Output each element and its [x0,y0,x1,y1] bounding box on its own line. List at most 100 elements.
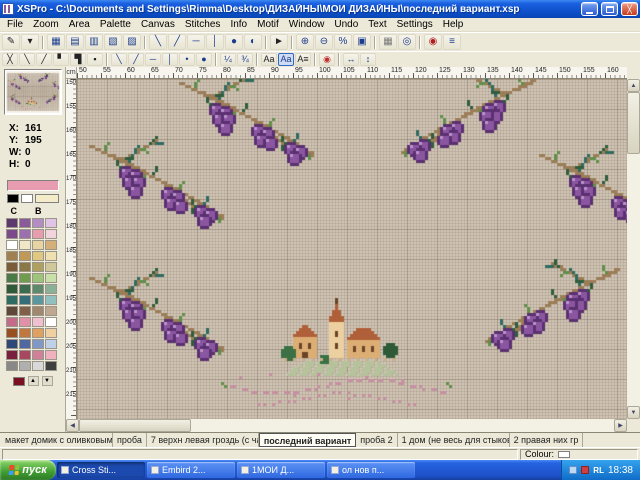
zoom-fit-button[interactable]: ▣ [353,34,371,50]
palette-swatch[interactable] [6,262,18,272]
palette-swatch[interactable] [19,306,31,316]
palette-swatch[interactable] [19,229,31,239]
palette-swatch[interactable] [32,218,44,228]
stitch-style-half-back[interactable]: ╲ [19,53,35,66]
palette-swatch[interactable] [45,229,57,239]
stitch-style-petite[interactable]: ▪ [87,53,103,66]
tab-5[interactable]: проба 2 [356,433,397,447]
tab-2[interactable]: проба [113,433,147,447]
pencil-tool[interactable]: ✎ [2,34,20,50]
menu-item-help[interactable]: Help [438,18,469,32]
v-scroll-track[interactable] [627,154,640,406]
minimize-button[interactable] [581,2,598,16]
scroll-down-button[interactable]: ▼ [627,406,640,419]
palette-swatch[interactable] [6,251,18,261]
tab-3[interactable]: 7 верхн левая гроздь (с частью них ветки… [147,433,259,447]
petite-stitch-tool[interactable]: ▨ [123,34,141,50]
palette-scroll-up[interactable]: ▲ [28,376,39,386]
v-scrollbar[interactable]: ▲ ▼ [627,79,640,419]
selected-color-swatch[interactable] [7,180,59,191]
menu-item-window[interactable]: Window [284,18,330,32]
palette-swatch[interactable] [32,251,44,261]
menu-item-text[interactable]: Text [363,18,391,32]
palette-swatch[interactable] [45,240,57,250]
menu-item-settings[interactable]: Settings [392,18,438,32]
knot-small-tool[interactable]: • [179,53,195,66]
menu-item-area[interactable]: Area [64,18,95,32]
h-scroll-thumb[interactable] [79,419,191,432]
backstitch-nw-tool[interactable]: ╲ [149,34,167,50]
palette-swatch[interactable] [6,229,18,239]
palette-swatch[interactable] [19,328,31,338]
tray-alert-icon[interactable] [581,466,589,474]
current-thread-swatch[interactable] [13,377,25,386]
palette-swatch[interactable] [45,339,57,349]
tray-app-icon[interactable] [569,466,577,474]
palette-swatch[interactable] [19,361,31,371]
palette-swatch[interactable] [45,306,57,316]
menu-item-canvas[interactable]: Canvas [136,18,180,32]
tab-1[interactable]: макет домик с оливковыми [1,433,113,447]
palette-swatch[interactable] [6,284,18,294]
zoom-in-button[interactable]: ⊕ [296,34,314,50]
close-button[interactable]: ╳ [621,2,638,16]
quarter-fraction-button[interactable]: ¼ [220,53,236,66]
palette-swatch[interactable] [19,262,31,272]
flip-vertical-button[interactable]: ↕ [360,53,376,66]
palette-swatch[interactable] [19,284,31,294]
french-knot-tool[interactable]: ● [225,34,243,50]
select-arrow-tool[interactable]: ► [270,34,288,50]
palette-swatch[interactable] [6,339,18,349]
color-wheel-button[interactable]: ◉ [319,53,335,66]
cream-swatch[interactable] [35,194,59,203]
palette-swatch[interactable] [45,361,57,371]
palette-scroll-down[interactable]: ▼ [42,376,53,386]
palette-swatch[interactable] [45,350,57,360]
palette-swatch[interactable] [19,218,31,228]
info-button[interactable]: ≡ [443,34,461,50]
white-swatch[interactable] [21,194,33,203]
menu-item-info[interactable]: Info [225,18,252,32]
tab-6[interactable]: 1 дом (не весь для стыковки) [398,433,510,447]
full-stitch-tool[interactable]: ▦ [47,34,65,50]
palette-swatch[interactable] [32,295,44,305]
pattern-canvas[interactable] [77,79,627,419]
backstitch-ne-tool[interactable]: ╱ [168,34,186,50]
knot-large-tool[interactable]: ● [196,53,212,66]
taskbar-task-3[interactable]: 1МОИ Д... [237,462,325,478]
pencil-mode-dropdown[interactable]: ▾ [21,34,39,50]
text-large-button[interactable]: Aa [278,53,294,66]
stitch-style-three-quarter[interactable]: ▜ [70,53,86,66]
palette-swatch[interactable] [19,339,31,349]
backstitch-thin-ne[interactable]: ╱ [128,53,144,66]
scroll-up-button[interactable]: ▲ [627,79,640,92]
backstitch-thin-h[interactable]: ─ [145,53,161,66]
palette-swatch[interactable] [32,306,44,316]
palette-swatch[interactable] [32,317,44,327]
menu-item-motif[interactable]: Motif [252,18,284,32]
scroll-left-button[interactable]: ◀ [66,419,79,432]
palette-swatch[interactable] [32,328,44,338]
h-scroll-track[interactable] [191,419,614,432]
palette-swatch[interactable] [45,273,57,283]
palette-swatch[interactable] [45,284,57,294]
palette-swatch[interactable] [6,273,18,283]
palette-swatch[interactable] [32,240,44,250]
text-align-button[interactable]: A≡ [295,53,311,66]
stitch-style-quarter[interactable]: ▘ [53,53,69,66]
palette-swatch[interactable] [6,317,18,327]
scroll-right-button[interactable]: ▶ [614,419,627,432]
palette-swatch[interactable] [19,240,31,250]
taskbar-task-2[interactable]: Embird 2... [147,462,235,478]
stitch-style-half-forward[interactable]: ╱ [36,53,52,66]
menu-item-stitches[interactable]: Stitches [180,18,226,32]
stitch-style-full[interactable]: ╳ [2,53,18,66]
palette-swatch[interactable] [45,317,57,327]
half-stitch-tool[interactable]: ▤ [66,34,84,50]
zoom-percent-button[interactable]: % [334,34,352,50]
menu-item-undo[interactable]: Undo [329,18,363,32]
maximize-button[interactable] [601,2,618,16]
tab-7[interactable]: 2 правая них гр [510,433,584,447]
palette-swatch[interactable] [45,262,57,272]
text-small-button[interactable]: Aa [261,53,277,66]
